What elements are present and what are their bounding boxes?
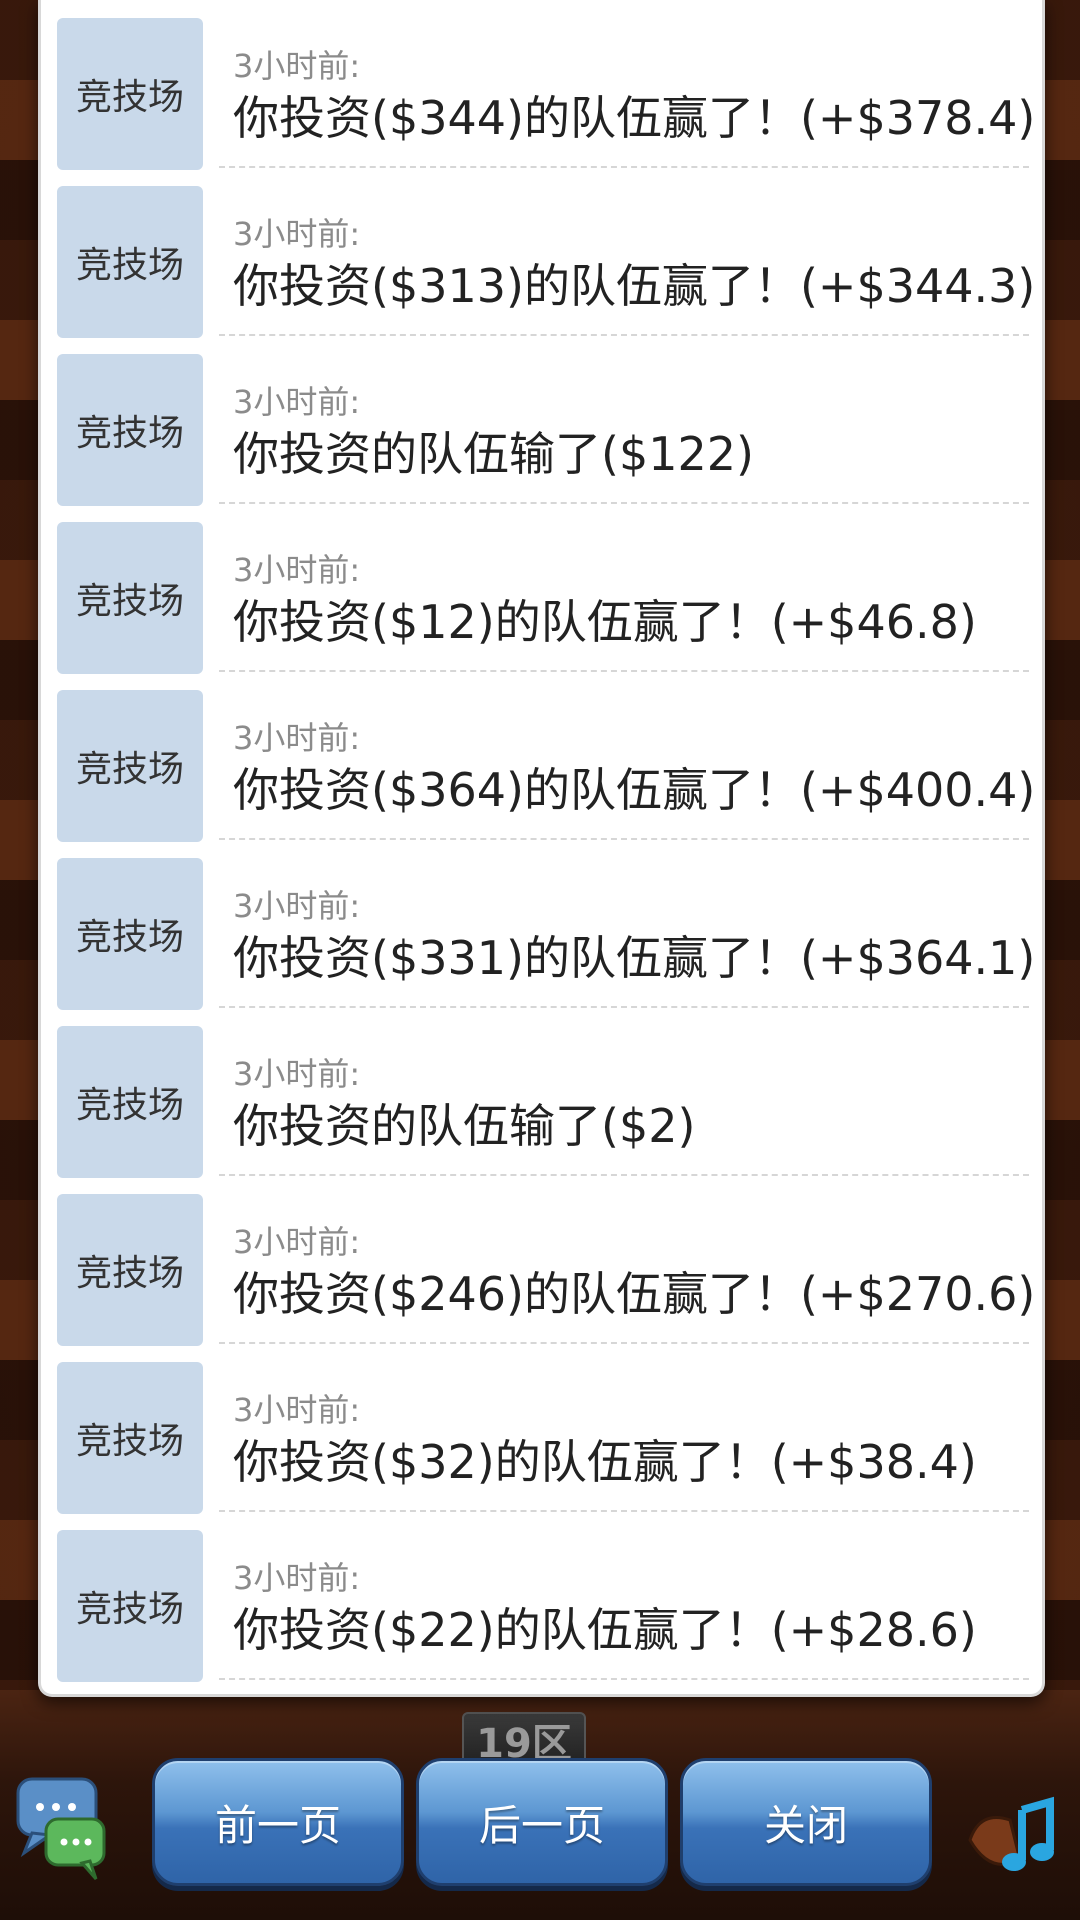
record-message: 你投资的队伍输了($122): [233, 427, 754, 481]
record-tag: 竞技场: [57, 1530, 203, 1682]
record-time: 3小时前:: [233, 551, 361, 589]
record-row: 竞技场 3小时前: 你投资($32)的队伍赢了！(+$38.4): [57, 1344, 1029, 1514]
record-time: 3小时前:: [233, 887, 361, 925]
record-message: 你投资的队伍输了($2): [233, 1099, 696, 1153]
prev-page-button[interactable]: 前一页: [152, 1758, 404, 1886]
record-time: 3小时前:: [233, 383, 361, 421]
record-row: 竞技场 3小时前: 你投资($364)的队伍赢了！(+$400.4): [57, 672, 1035, 842]
music-note-icon[interactable]: [960, 1780, 1070, 1890]
record-row: 竞技场 3小时前: 你投资的队伍输了($2): [57, 1008, 1029, 1178]
records-dialog: 竞技场 3小时前: 你投资($344)的队伍赢了！(+$378.4) 竞技场 3…: [38, 0, 1045, 1697]
close-button[interactable]: 关闭: [680, 1758, 932, 1886]
record-message: 你投资($246)的队伍赢了！(+$270.6): [233, 1267, 1036, 1321]
record-row: 竞技场 3小时前: 你投资($344)的队伍赢了！(+$378.4): [57, 0, 1035, 170]
record-message: 你投资($364)的队伍赢了！(+$400.4): [233, 763, 1036, 817]
record-time: 3小时前:: [233, 1223, 361, 1261]
record-time: 3小时前:: [233, 1055, 361, 1093]
record-tag: 竞技场: [57, 858, 203, 1010]
record-message: 你投资($32)的队伍赢了！(+$38.4): [233, 1435, 977, 1489]
record-row: 竞技场 3小时前: 你投资的队伍输了($122): [57, 336, 1029, 506]
record-tag: 竞技场: [57, 354, 203, 506]
record-tag: 竞技场: [57, 1026, 203, 1178]
row-divider: [219, 1678, 1029, 1680]
record-message: 你投资($12)的队伍赢了！(+$46.8): [233, 595, 977, 649]
record-time: 3小时前:: [233, 47, 361, 85]
record-time: 3小时前:: [233, 1391, 361, 1429]
record-message: 你投资($331)的队伍赢了！(+$364.1): [233, 931, 1036, 985]
record-row: 竞技场 3小时前: 你投资($246)的队伍赢了！(+$270.6): [57, 1176, 1035, 1346]
record-message: 你投资($344)的队伍赢了！(+$378.4): [233, 91, 1036, 145]
record-message: 你投资($22)的队伍赢了！(+$28.6): [233, 1603, 977, 1657]
chat-bubbles-icon[interactable]: [16, 1775, 108, 1885]
record-tag: 竞技场: [57, 690, 203, 842]
record-tag: 竞技场: [57, 1362, 203, 1514]
record-row: 竞技场 3小时前: 你投资($331)的队伍赢了！(+$364.1): [57, 840, 1035, 1010]
record-message: 你投资($313)的队伍赢了！(+$344.3): [233, 259, 1036, 313]
next-page-button[interactable]: 后一页: [416, 1758, 668, 1886]
record-tag: 竞技场: [57, 1194, 203, 1346]
record-time: 3小时前:: [233, 215, 361, 253]
record-row: 竞技场 3小时前: 你投资($22)的队伍赢了！(+$28.6): [57, 1512, 1029, 1682]
record-time: 3小时前:: [233, 719, 361, 757]
record-tag: 竞技场: [57, 186, 203, 338]
record-tag: 竞技场: [57, 18, 203, 170]
record-row: 竞技场 3小时前: 你投资($12)的队伍赢了！(+$46.8): [57, 504, 1029, 674]
record-tag: 竞技场: [57, 522, 203, 674]
record-row: 竞技场 3小时前: 你投资($313)的队伍赢了！(+$344.3): [57, 168, 1035, 338]
record-time: 3小时前:: [233, 1559, 361, 1597]
